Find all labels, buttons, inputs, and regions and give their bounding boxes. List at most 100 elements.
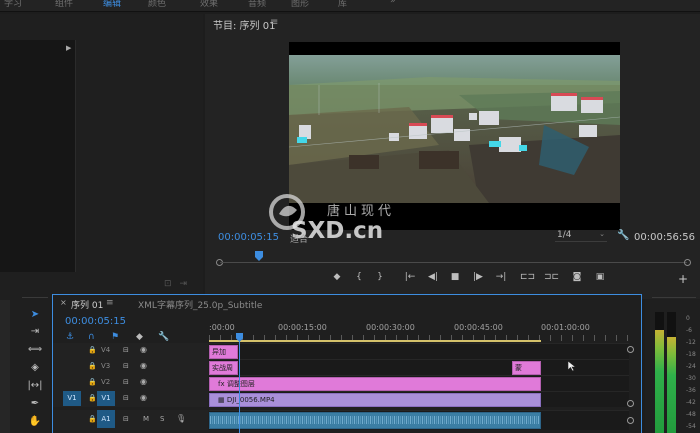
menu-item[interactable]: 音频	[248, 0, 266, 9]
meter-scale-label: -36	[686, 387, 696, 394]
lock-icon[interactable]: 🔒	[88, 415, 97, 423]
extract-icon[interactable]: ⊐⊏	[544, 272, 559, 282]
meter-scale-label: -30	[686, 375, 696, 382]
program-scrub-bar[interactable]	[216, 251, 691, 267]
clip-title[interactable]: 实战周	[209, 361, 238, 375]
sync-lock-icon[interactable]: ⊟	[123, 415, 129, 423]
razor-tool-icon[interactable]: ◈	[24, 360, 46, 375]
stop-icon[interactable]: ■	[448, 272, 462, 282]
track-target-a1[interactable]: A1	[97, 410, 115, 428]
track-label[interactable]: V3	[101, 362, 110, 370]
program-monitor-title[interactable]: 节目: 序列 01	[213, 17, 275, 32]
track-zoom-handle[interactable]	[627, 417, 634, 424]
button-editor-add-icon[interactable]: +	[678, 272, 688, 286]
go-to-in-icon[interactable]: |←	[403, 272, 417, 282]
menu-item[interactable]: 库	[338, 0, 347, 9]
audio-meter-right	[667, 312, 676, 433]
timeline-timecode[interactable]: 00:00:05:15	[65, 316, 126, 327]
clip-label: 调整图层	[226, 380, 255, 388]
sync-lock-icon[interactable]: ⊟	[123, 394, 129, 402]
track-label[interactable]: V4	[101, 346, 110, 354]
mark-in-icon[interactable]: {	[352, 272, 366, 282]
lock-icon[interactable]: 🔒	[88, 394, 97, 402]
linked-selection-icon[interactable]: ⚑	[111, 332, 119, 342]
add-marker-icon[interactable]: ◆	[330, 272, 344, 282]
lift-icon[interactable]: ⊏⊐	[520, 272, 535, 282]
work-area-bar[interactable]	[209, 340, 541, 342]
playhead-timecode[interactable]: 00:00:05:15	[218, 232, 279, 243]
mouse-pointer-icon	[567, 360, 577, 372]
menu-item[interactable]: 组件	[55, 0, 73, 9]
clip-title[interactable]: 蒙	[512, 361, 541, 375]
close-icon[interactable]: ×	[60, 298, 67, 307]
menu-item[interactable]: 学习	[4, 0, 22, 9]
eye-icon[interactable]: ◉	[140, 393, 147, 402]
tab-menu-icon[interactable]: ≡	[106, 298, 114, 308]
mute-icon[interactable]: M	[143, 415, 149, 423]
track-lane[interactable]: ▦ DJI_0056.MP4	[209, 391, 629, 407]
fit-dropdown[interactable]: 适合	[290, 232, 308, 245]
track-select-tool-icon[interactable]: ⇥	[24, 324, 46, 339]
eye-icon[interactable]: ◉	[140, 377, 147, 386]
lock-icon[interactable]: 🔒	[88, 362, 97, 370]
track-lane[interactable]: 实战周 蒙	[209, 359, 629, 375]
clip-video[interactable]: ▦ DJI_0056.MP4	[209, 393, 541, 407]
hand-tool-icon[interactable]: ✋	[24, 414, 46, 429]
comparison-view-icon[interactable]: ▣	[593, 272, 607, 282]
menu-item[interactable]: 颜色	[148, 0, 166, 9]
project-list[interactable]	[0, 40, 76, 272]
eye-icon[interactable]: ◉	[140, 345, 147, 354]
track-target-v1[interactable]: V1	[97, 391, 115, 406]
track-zoom-handle[interactable]	[627, 400, 634, 407]
sync-lock-icon[interactable]: ⊟	[123, 346, 129, 354]
slip-tool-icon[interactable]: |↔|	[24, 378, 46, 393]
microphone-icon[interactable]: 🎙	[176, 414, 186, 423]
tab-sequence-01[interactable]: 序列 01	[71, 298, 103, 311]
source-patch-v1[interactable]: V1	[63, 391, 81, 406]
track-lane[interactable]: 异加	[209, 343, 629, 359]
snap-icon[interactable]: ∩	[88, 332, 95, 342]
track-label[interactable]: V2	[101, 378, 110, 386]
step-back-icon[interactable]: ◀|	[426, 272, 440, 282]
solo-icon[interactable]: S	[160, 415, 164, 423]
menu-item[interactable]: 效果	[200, 0, 218, 9]
wrench-icon[interactable]: 🔧	[617, 230, 629, 241]
clip-audio[interactable]	[209, 412, 541, 429]
pen-tool-icon[interactable]: ✒	[24, 396, 46, 411]
export-frame-icon[interactable]: ◙	[570, 272, 584, 282]
mark-out-icon[interactable]: }	[373, 272, 387, 282]
menu-item[interactable]: 图形	[291, 0, 309, 9]
sync-lock-icon[interactable]: ⊟	[123, 362, 129, 370]
timeline-settings-icon[interactable]: 🔧	[158, 332, 169, 342]
panel-menu-icon[interactable]: ≡	[270, 17, 278, 28]
nest-icon[interactable]: ⚓	[66, 332, 74, 342]
playback-resolution-select[interactable]: 1/4 ⌄	[555, 230, 607, 242]
panel-footer-icons[interactable]: ⊡⇥	[164, 279, 195, 289]
lock-icon[interactable]: 🔒	[88, 378, 97, 386]
ruler-label: :00:00	[209, 323, 235, 332]
scrub-end-handle[interactable]	[684, 259, 691, 266]
menu-item[interactable]: »	[390, 0, 396, 6]
sync-lock-icon[interactable]: ⊟	[123, 378, 129, 386]
lock-icon[interactable]: 🔒	[88, 346, 97, 354]
time-ruler[interactable]: :00:00 00:00:15:00 00:00:30:00 00:00:45:…	[209, 321, 629, 341]
menu-item[interactable]: 编辑	[103, 0, 121, 9]
selection-tool-icon[interactable]: ➤	[24, 307, 46, 322]
meter-level	[667, 337, 676, 433]
eye-icon[interactable]: ◉	[140, 361, 147, 370]
ripple-edit-tool-icon[interactable]: ⟺	[24, 342, 46, 357]
track-zoom-handle[interactable]	[627, 346, 634, 353]
meter-scale-label: -54	[686, 423, 696, 430]
program-playhead-icon[interactable]	[255, 251, 263, 261]
step-forward-icon[interactable]: |▶	[471, 272, 485, 282]
tab-subtitle-sequence[interactable]: XML字幕序列_25.0p_Subtitle	[138, 298, 262, 311]
go-to-out-icon[interactable]: →|	[494, 272, 508, 282]
meter-level	[655, 330, 664, 433]
track-v4: 🔒 V4 ⊟ ◉ 异加	[53, 343, 629, 359]
panel-expand-icon[interactable]: ▶	[66, 44, 71, 52]
track-lane[interactable]: fx 调整图层	[209, 375, 629, 391]
add-marker-icon[interactable]: ◆	[136, 332, 143, 342]
clip-title[interactable]: 异加	[209, 345, 238, 359]
clip-adjustment-layer[interactable]: fx 调整图层	[209, 377, 541, 391]
track-lane[interactable]	[209, 410, 629, 430]
